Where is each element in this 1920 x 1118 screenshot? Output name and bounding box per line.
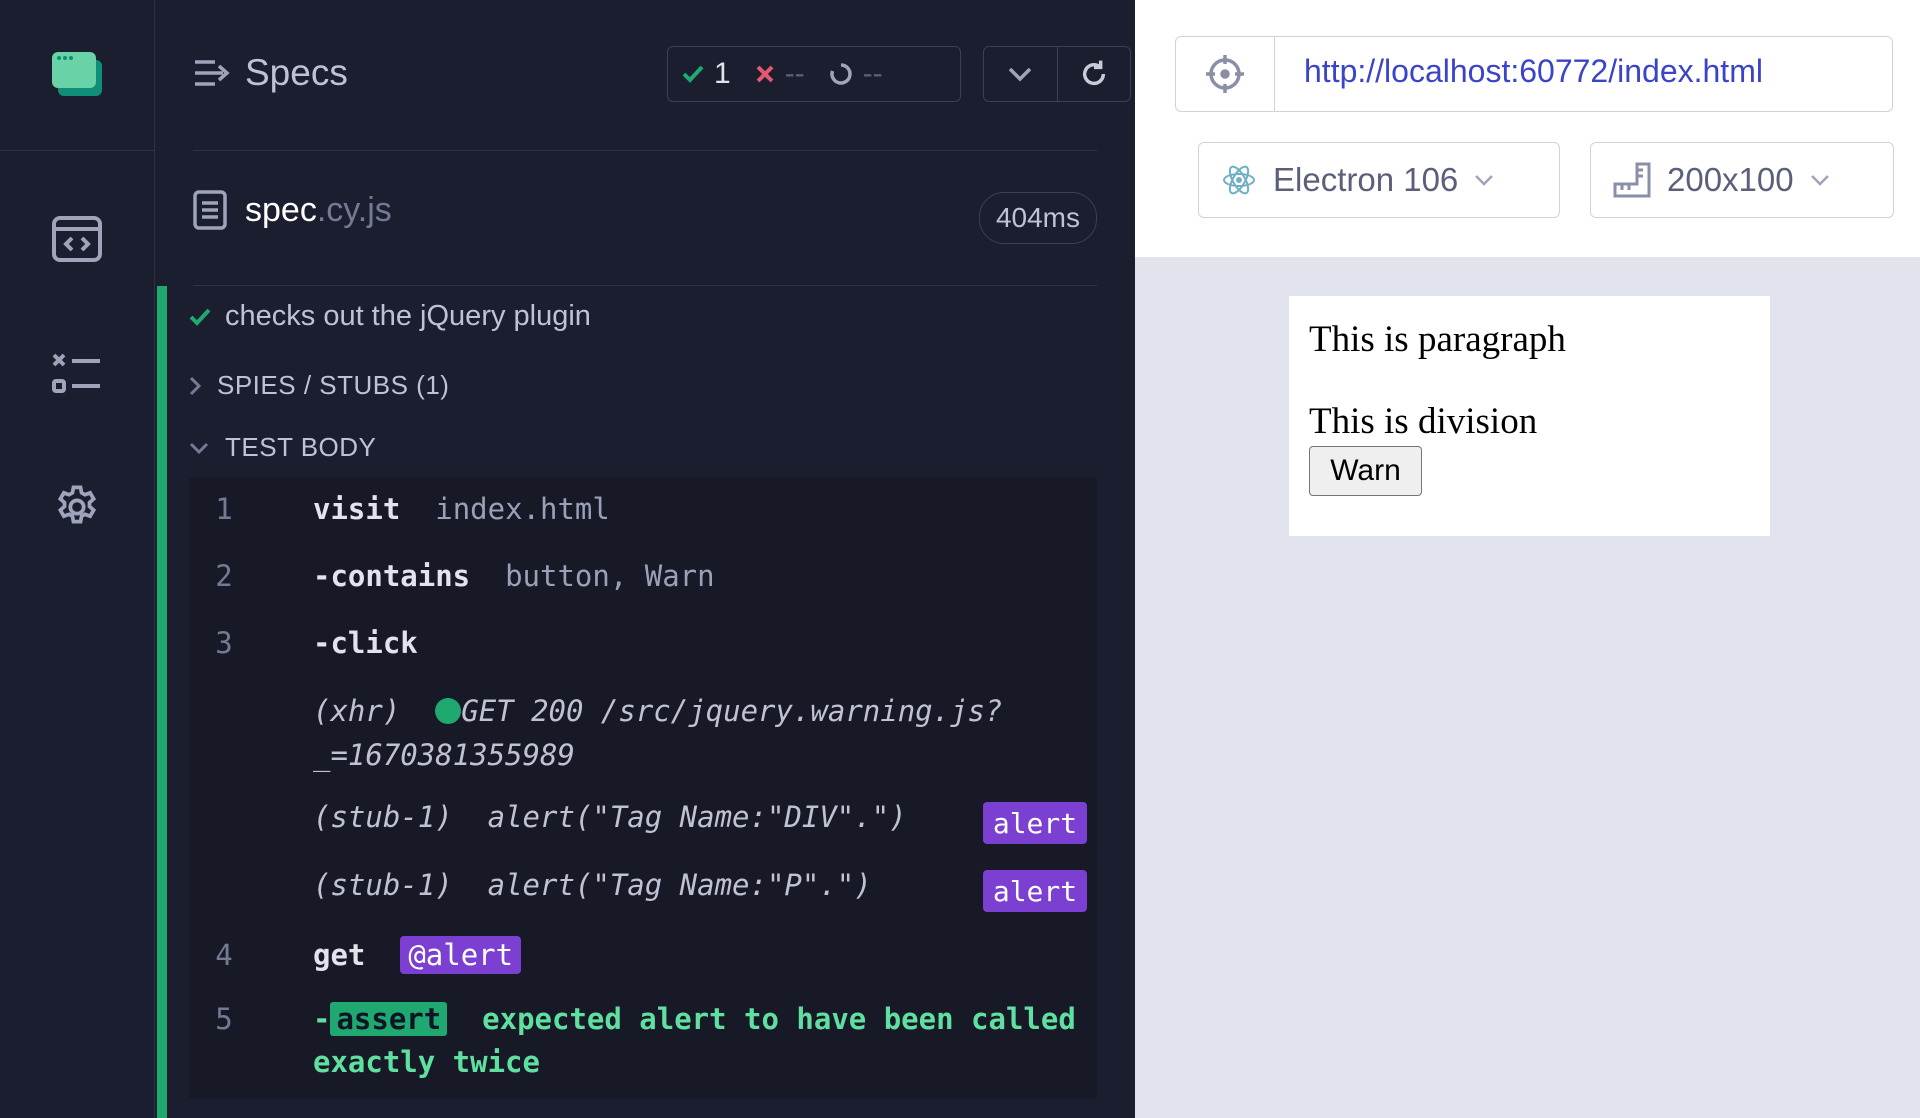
specs-toggle[interactable]: Specs — [193, 52, 348, 94]
test-stats: 1 -- -- — [667, 46, 961, 102]
aut-paragraph: This is paragraph — [1309, 319, 1566, 360]
spec-base-name: spec — [245, 190, 317, 229]
chevron-right-icon — [189, 376, 201, 395]
crosshair-icon — [1206, 55, 1244, 93]
command-contains[interactable]: -contains button, Warn — [313, 559, 715, 593]
command-name: visit — [313, 492, 401, 526]
alias-tag: @alert — [400, 936, 522, 974]
command-stub-call[interactable]: (stub-1) alert("Tag Name:"DIV".") — [313, 800, 907, 834]
command-click[interactable]: -click — [313, 626, 418, 660]
url-text[interactable]: http://localhost:60772/index.html — [1304, 53, 1763, 90]
command-number: 5 — [215, 1002, 233, 1036]
xhr-text: GET 200 /src/jquery.warning.js? — [461, 694, 1003, 728]
pending-count: -- — [862, 57, 883, 90]
nav-settings-button[interactable] — [48, 478, 106, 536]
aut-division: This is division — [1309, 401, 1538, 442]
failed-count: -- — [784, 57, 805, 90]
alias-alert-tag: alert — [983, 802, 1087, 844]
viewport-size: 200x100 — [1667, 161, 1794, 198]
test-title-text: checks out the jQuery plugin — [225, 300, 591, 332]
failed-stat: -- — [755, 57, 805, 91]
assert-tag: assert — [330, 1002, 448, 1036]
reporter-header: Specs 1 -- -- — [193, 40, 1131, 151]
xhr-text-continued: _=1670381355989 — [313, 738, 575, 772]
spies-stubs-toggle[interactable]: SPIES / STUBS (1) — [189, 370, 449, 401]
command-name: -click — [313, 626, 418, 660]
spec-file-header: spec.cy.js 404ms — [193, 150, 1097, 286]
command-number: 4 — [215, 938, 233, 972]
stub-text: alert("Tag Name:"P".") — [487, 868, 872, 902]
ruler-icon — [1613, 162, 1651, 198]
test-body-toggle[interactable]: TEST BODY — [189, 432, 376, 463]
browser-name: Electron 106 — [1273, 161, 1459, 198]
assert-dash: - — [313, 1002, 331, 1036]
pending-icon — [829, 63, 852, 85]
spec-file-name[interactable]: spec.cy.js — [193, 190, 392, 230]
command-name: -contains — [313, 559, 471, 593]
warn-button[interactable]: Warn — [1309, 446, 1422, 496]
stub-text: alert("Tag Name:"DIV".") — [487, 800, 907, 834]
side-nav — [0, 0, 155, 1118]
command-stub-call[interactable]: (stub-1) alert("Tag Name:"P".") — [313, 868, 872, 902]
assert-text: expected alert to have been called — [482, 1002, 1076, 1036]
command-number: 3 — [215, 626, 233, 660]
test-body-label: TEST BODY — [225, 432, 377, 462]
reporter-controls — [983, 46, 1131, 102]
xhr-status-dot — [435, 698, 462, 724]
electron-icon — [1223, 165, 1255, 195]
command-number: 1 — [215, 492, 233, 526]
cypress-app-icon[interactable] — [52, 52, 102, 96]
nav-logo-area — [0, 0, 154, 151]
nav-specs-button[interactable] — [48, 210, 106, 268]
document-icon — [193, 190, 227, 230]
chevron-down-icon — [1810, 175, 1829, 186]
passed-stat: 1 — [682, 57, 731, 91]
gear-icon — [57, 485, 97, 524]
chevron-down-icon — [1475, 175, 1494, 186]
preview-toolbar: http://localhost:60772/index.html Electr… — [1135, 0, 1920, 257]
browser-select[interactable]: Electron 106 — [1198, 142, 1560, 218]
collapse-all-button[interactable] — [984, 47, 1058, 101]
command-visit[interactable]: visit index.html — [313, 492, 610, 526]
aut-iframe: This is paragraph This is division Warn — [1289, 296, 1770, 536]
passed-count: 1 — [714, 57, 731, 90]
command-assert[interactable]: - assert expected alert to have been call… — [313, 1002, 1076, 1036]
browser-code-icon — [52, 216, 102, 262]
test-pass-indicator — [157, 286, 167, 1118]
stub-label: (stub-1) — [313, 868, 453, 902]
command-arg: index.html — [435, 492, 610, 526]
command-log: 1 visit index.html 2 -contains button, W… — [189, 478, 1097, 1098]
nav-runs-button[interactable] — [48, 345, 106, 403]
url-bar: http://localhost:60772/index.html — [1175, 36, 1893, 112]
specs-title: Specs — [245, 52, 348, 93]
chevron-down-icon — [1009, 67, 1032, 82]
stub-label: (stub-1) — [313, 800, 453, 834]
chevron-down-icon — [189, 442, 209, 454]
check-icon — [189, 308, 211, 326]
x-icon — [756, 65, 774, 83]
pending-stat: -- — [829, 57, 883, 91]
viewport-select[interactable]: 200x100 — [1590, 142, 1894, 218]
specs-list-icon — [195, 60, 230, 86]
command-arg: button, Warn — [505, 559, 715, 593]
spies-stubs-label: SPIES / STUBS (1) — [217, 370, 450, 400]
spec-extension: .cy.js — [316, 190, 392, 229]
check-icon — [682, 65, 704, 83]
aut-preview: http://localhost:60772/index.html Electr… — [1135, 0, 1920, 1118]
rerun-button[interactable] — [1058, 47, 1131, 101]
command-number: 2 — [215, 559, 233, 593]
reporter-panel: Specs 1 -- -- spec.cy.js 404ms checks ou… — [155, 0, 1135, 1118]
test-list-icon — [52, 353, 100, 393]
alias-alert-tag: alert — [983, 870, 1087, 912]
refresh-icon — [1082, 60, 1105, 86]
test-title[interactable]: checks out the jQuery plugin — [189, 300, 591, 333]
command-xhr[interactable]: (xhr) GET 200 /src/jquery.warning.js? — [313, 694, 1002, 728]
xhr-label: (xhr) — [313, 694, 401, 728]
command-name: get — [313, 938, 366, 972]
command-get[interactable]: get @alert — [313, 936, 522, 974]
selector-playground-button[interactable] — [1176, 37, 1275, 111]
spec-duration-badge: 404ms — [978, 192, 1097, 244]
assert-text-continued: exactly twice — [313, 1045, 540, 1079]
